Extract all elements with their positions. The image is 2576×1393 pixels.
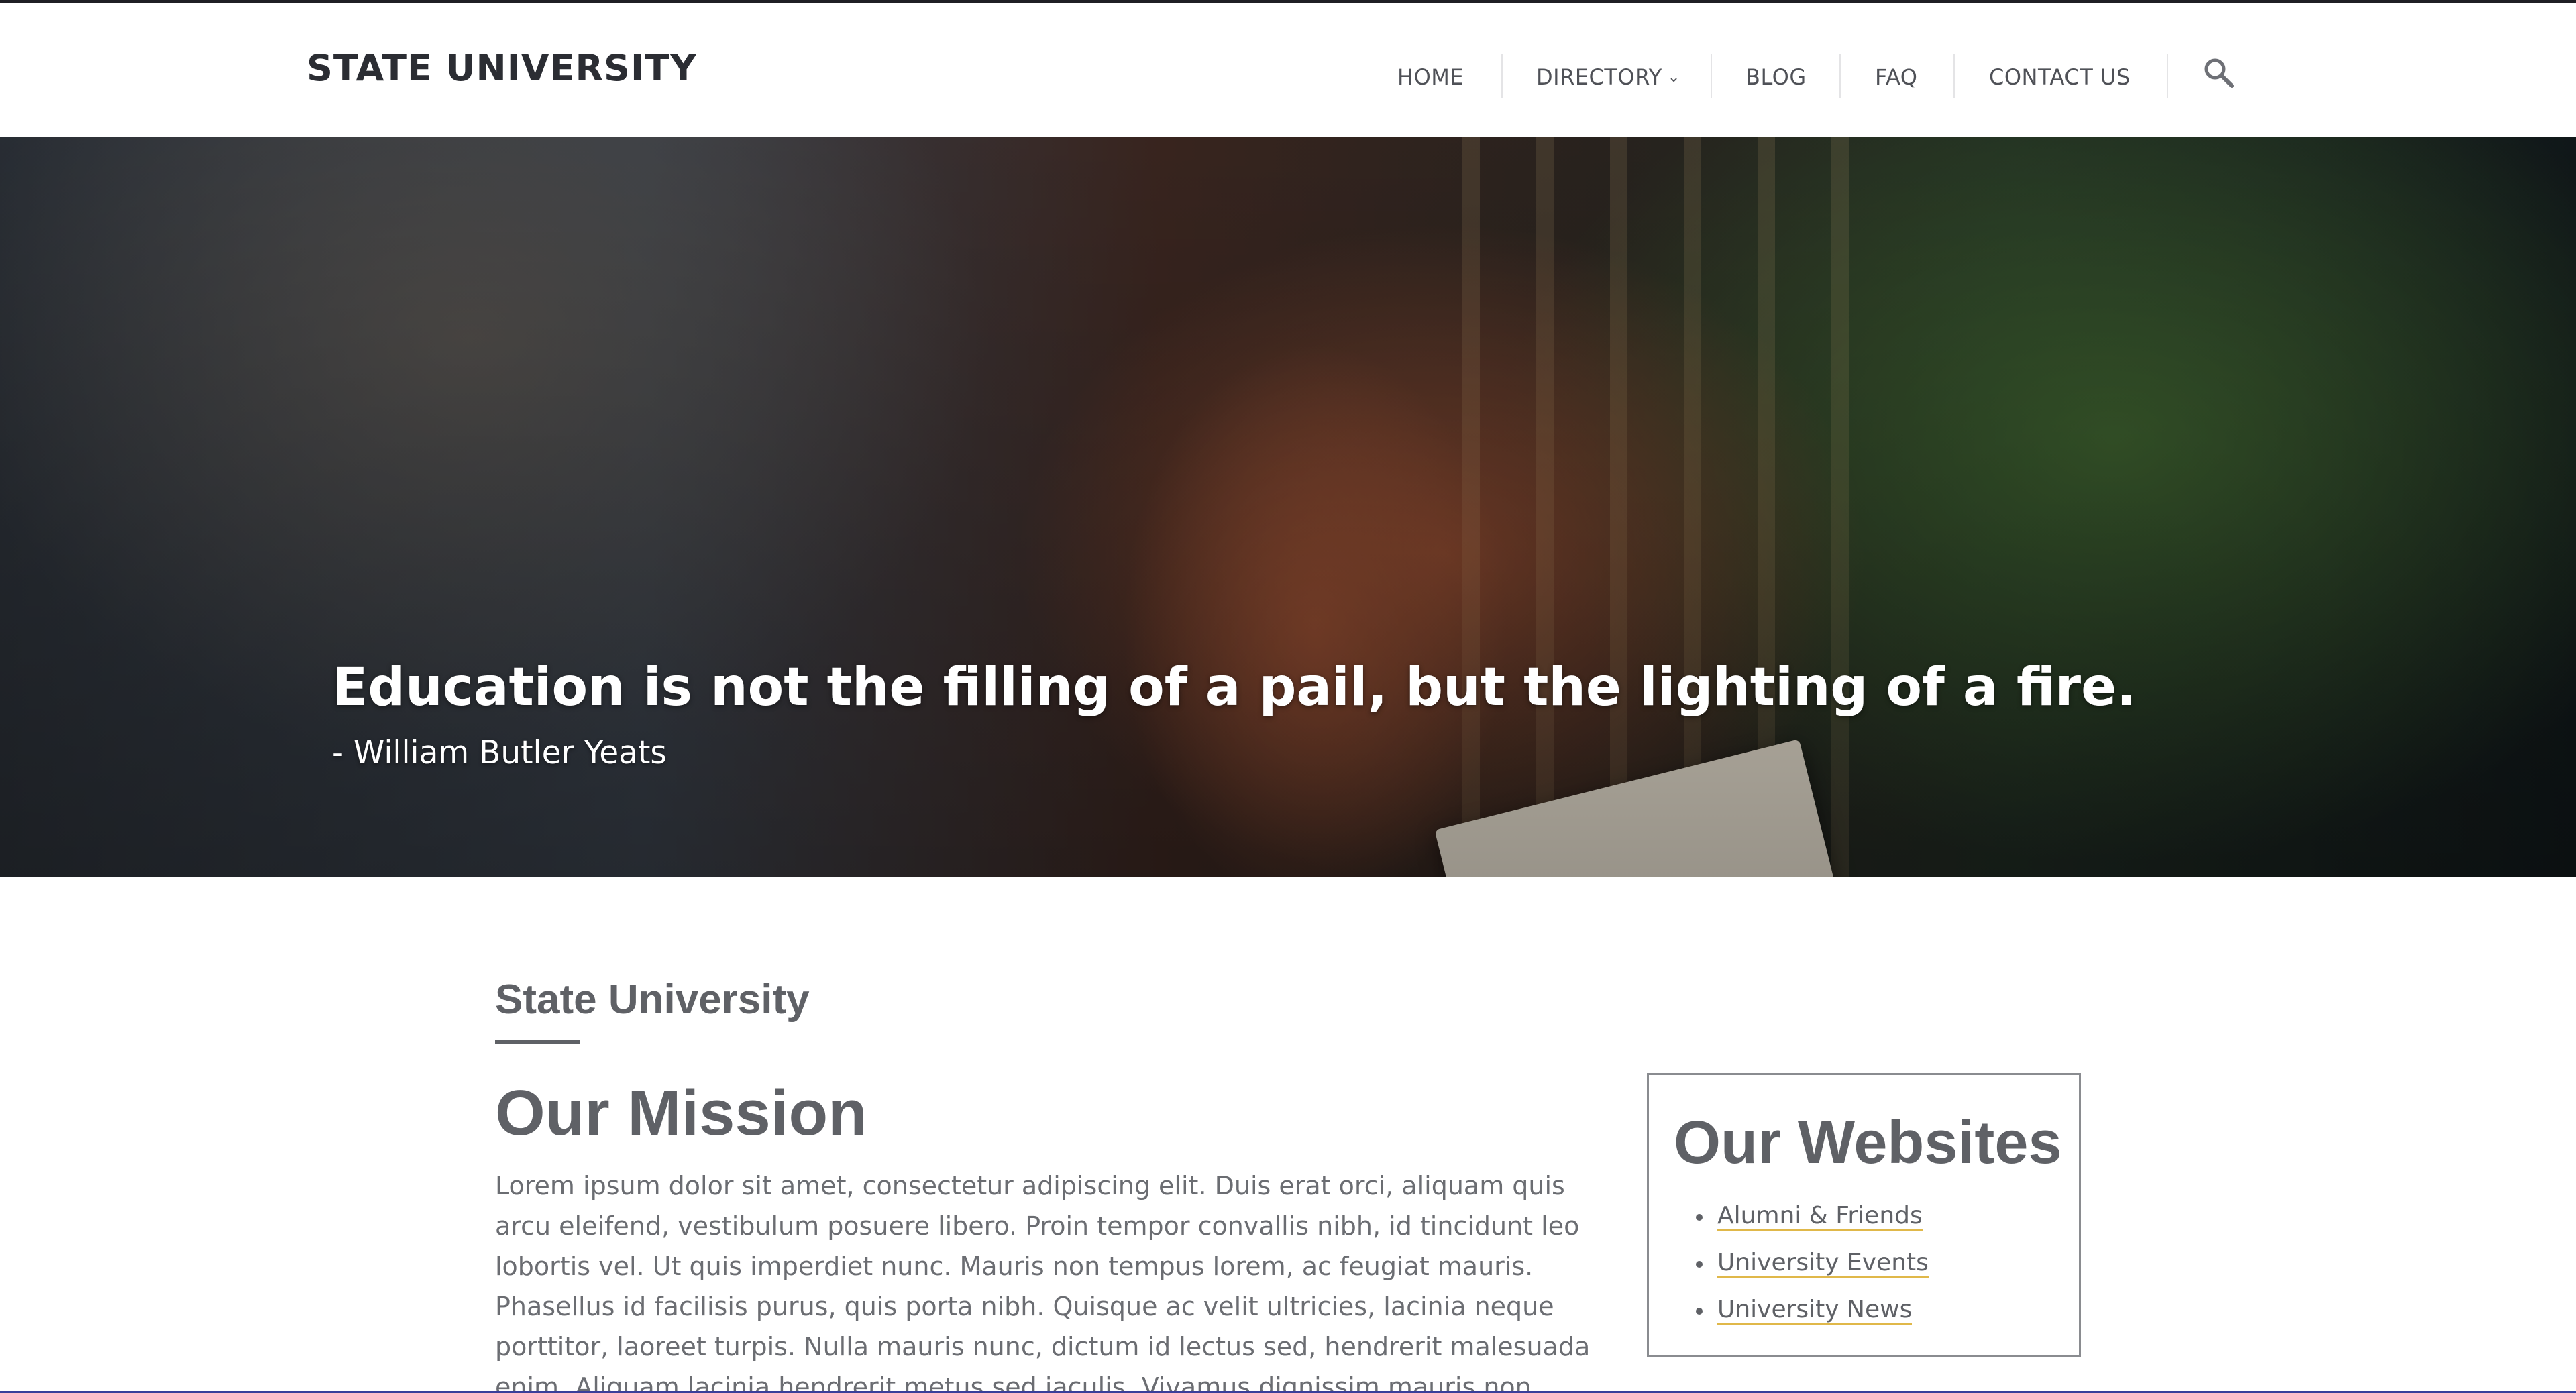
nav-directory[interactable]: DIRECTORY ⌄ xyxy=(1536,64,1680,91)
mission-text: Lorem ipsum dolor sit amet, consectetur … xyxy=(495,1171,1591,1393)
nav-blog[interactable]: BLOG xyxy=(1746,64,1807,91)
nav-directory-label: DIRECTORY xyxy=(1536,64,1662,90)
nav-divider xyxy=(2167,54,2168,98)
nav-faq[interactable]: FAQ xyxy=(1875,64,1917,91)
nav-divider xyxy=(1711,54,1712,98)
page: STATE UNIVERSITY HOME DIRECTORY ⌄ BLOG FA… xyxy=(0,0,2576,1393)
search-icon[interactable] xyxy=(2203,57,2234,88)
section-kicker: State University xyxy=(495,977,810,1023)
nav-divider xyxy=(1953,54,1955,98)
our-websites-panel: Our Websites Alumni & Friends University… xyxy=(1647,1073,2081,1357)
main-nav: HOME DIRECTORY ⌄ BLOG FAQ CONTACT US xyxy=(0,3,2576,137)
chevron-down-icon: ⌄ xyxy=(1667,69,1680,86)
site-header: STATE UNIVERSITY HOME DIRECTORY ⌄ BLOG FA… xyxy=(0,3,2576,137)
list-item: University Events xyxy=(1696,1246,1929,1293)
our-websites-heading: Our Websites xyxy=(1674,1109,2062,1176)
link-university-news[interactable]: University News xyxy=(1717,1296,1913,1325)
link-university-events[interactable]: University Events xyxy=(1717,1249,1929,1278)
nav-home[interactable]: HOME xyxy=(1397,64,1464,91)
mission-heading: Our Mission xyxy=(495,1077,867,1149)
hero-quote: Education is not the filling of a pail, … xyxy=(332,657,2137,718)
link-alumni-friends[interactable]: Alumni & Friends xyxy=(1717,1202,1923,1231)
kicker-underline xyxy=(495,1040,580,1044)
nav-divider xyxy=(1501,54,1503,98)
list-item: Alumni & Friends xyxy=(1696,1199,1929,1246)
nav-contact-us[interactable]: CONTACT US xyxy=(1989,64,2131,91)
websites-list: Alumni & Friends University Events Unive… xyxy=(1696,1199,1929,1340)
hero-quote-author: - William Butler Yeats xyxy=(332,734,667,771)
hero-banner: Education is not the filling of a pail, … xyxy=(0,137,2576,877)
nav-divider xyxy=(1839,54,1841,98)
list-item: University News xyxy=(1696,1293,1929,1340)
